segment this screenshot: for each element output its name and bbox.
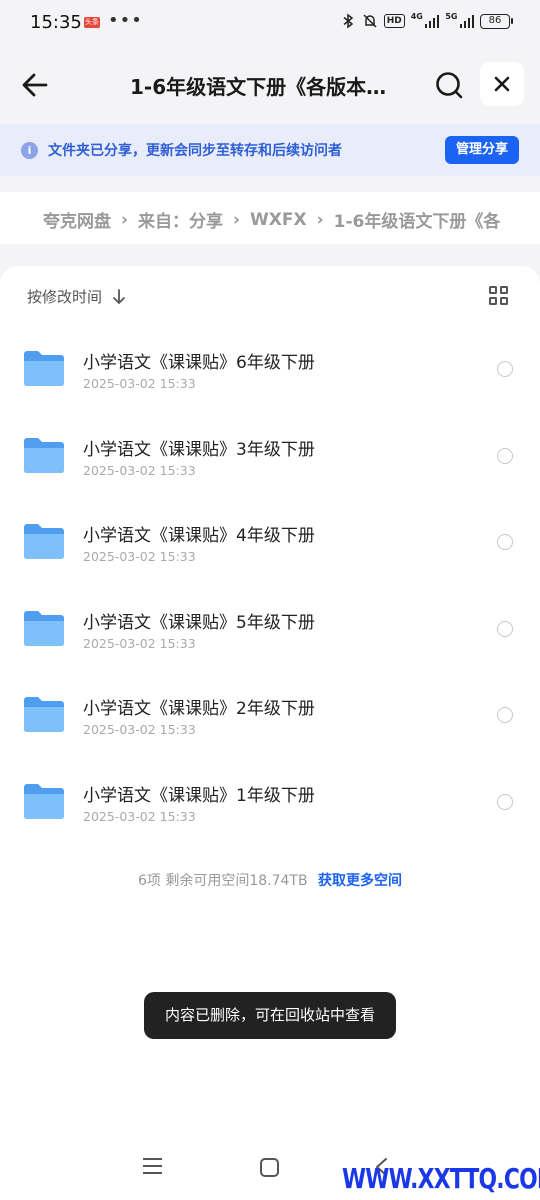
list-item[interactable]: 小学语文《课课贴》2年级下册 2025-03-02 15:33	[0, 672, 540, 759]
grid-view-icon[interactable]	[489, 286, 509, 306]
sort-label: 按修改时间	[27, 288, 103, 306]
toast-message: 内容已删除，可在回收站中查看	[144, 992, 396, 1039]
banner-text: 文件夹已分享，更新会同步至转存和后续访问者	[48, 143, 342, 159]
folder-icon	[24, 610, 64, 646]
select-radio[interactable]	[497, 534, 513, 551]
close-button[interactable]	[480, 62, 524, 106]
mute-icon	[363, 14, 377, 28]
storage-summary: 6项 剩余可用空间18.74TB 获取更多空间	[0, 870, 540, 890]
folder-icon	[24, 524, 64, 560]
file-name: 小学语文《课课贴》6年级下册	[83, 353, 315, 373]
status-icons: HD 4G 5G 86	[340, 11, 513, 29]
folder-icon	[24, 697, 64, 733]
chevron-right-icon: ›	[316, 209, 324, 230]
list-item[interactable]: 小学语文《课课贴》5年级下册 2025-03-02 15:33	[0, 586, 540, 673]
close-icon	[494, 76, 510, 92]
file-list-panel: 按修改时间 小学语文《课课贴》6年级下册 2025-03-02 15:33 小学…	[0, 266, 540, 1200]
status-time: 15:35	[30, 12, 82, 33]
hd-icon: HD	[383, 14, 405, 28]
search-button[interactable]	[432, 68, 466, 102]
signal-icon	[424, 14, 440, 28]
list-item[interactable]: 小学语文《课课贴》4年级下册 2025-03-02 15:33	[0, 499, 540, 586]
more-notifications-icon: •••	[108, 10, 143, 31]
status-bar: 15:35 头条 ••• HD 4G 5G 86	[0, 0, 540, 46]
folder-icon	[24, 783, 64, 819]
folder-icon	[24, 351, 64, 386]
file-name: 小学语文《课课贴》5年级下册	[83, 612, 315, 633]
file-date: 2025-03-02 15:33	[83, 808, 196, 824]
share-banner: i 文件夹已分享，更新会同步至转存和后续访问者 管理分享	[0, 124, 540, 176]
bluetooth-icon	[343, 13, 353, 29]
file-date: 2025-03-02 15:33	[83, 462, 196, 478]
list-item[interactable]: 小学语文《课课贴》6年级下册 2025-03-02 15:33	[0, 326, 540, 413]
page-title: 1-6年级语文下册《各版本…	[130, 75, 387, 99]
list-item[interactable]: 小学语文《课课贴》1年级下册 2025-03-02 15:33	[0, 759, 540, 846]
file-name: 小学语文《课课贴》4年级下册	[83, 526, 315, 547]
file-name: 小学语文《课课贴》3年级下册	[83, 439, 315, 460]
app-badge: 头条	[84, 17, 100, 28]
home-icon[interactable]	[260, 1158, 279, 1177]
file-date: 2025-03-02 15:33	[83, 376, 196, 391]
watermark: WWW.XXTTQ.COM	[342, 1162, 540, 1195]
search-icon	[436, 72, 463, 99]
breadcrumb: 夸克网盘 › 来自：分享 › WXFX › 1-6年级语文下册《各	[0, 192, 540, 244]
item-count-text: 6项 剩余可用空间18.74TB	[137, 873, 308, 889]
breadcrumb-item-wxfx[interactable]: WXFX	[250, 210, 307, 230]
arrow-down-icon	[113, 288, 125, 304]
top-bar: 1-6年级语文下册《各版本…	[0, 46, 540, 124]
battery-icon: 86	[480, 13, 513, 29]
arrow-left-icon	[22, 73, 48, 97]
file-date: 2025-03-02 15:33	[83, 722, 196, 738]
file-date: 2025-03-02 15:33	[83, 635, 196, 651]
sort-button[interactable]: 按修改时间	[27, 286, 126, 307]
chevron-right-icon: ›	[233, 209, 241, 230]
breadcrumb-item-root[interactable]: 夸克网盘	[43, 207, 111, 232]
list-item[interactable]: 小学语文《课课贴》3年级下册 2025-03-02 15:33	[0, 413, 540, 500]
recent-apps-icon[interactable]	[143, 1158, 162, 1174]
select-radio[interactable]	[497, 447, 513, 464]
select-radio[interactable]	[497, 793, 513, 810]
select-radio[interactable]	[497, 361, 513, 377]
get-more-space-link[interactable]: 获取更多空间	[318, 873, 402, 889]
file-list: 小学语文《课课贴》6年级下册 2025-03-02 15:33 小学语文《课课贴…	[0, 326, 540, 846]
back-button[interactable]	[18, 68, 52, 102]
file-name: 小学语文《课课贴》2年级下册	[83, 699, 315, 720]
file-name: 小学语文《课课贴》1年级下册	[83, 785, 315, 806]
breadcrumb-item-share[interactable]: 来自：分享	[138, 207, 223, 232]
breadcrumb-item-current: 1-6年级语文下册《各	[333, 212, 501, 232]
info-icon: i	[21, 142, 38, 159]
select-radio[interactable]	[497, 707, 513, 724]
manage-share-button[interactable]: 管理分享	[445, 136, 519, 164]
file-date: 2025-03-02 15:33	[83, 549, 196, 565]
network-5g: 5G	[445, 11, 458, 21]
folder-icon	[24, 437, 64, 473]
chevron-right-icon: ›	[121, 209, 129, 230]
network-4g: 4G	[410, 11, 423, 21]
select-radio[interactable]	[497, 620, 513, 637]
signal-icon-2	[459, 14, 474, 28]
